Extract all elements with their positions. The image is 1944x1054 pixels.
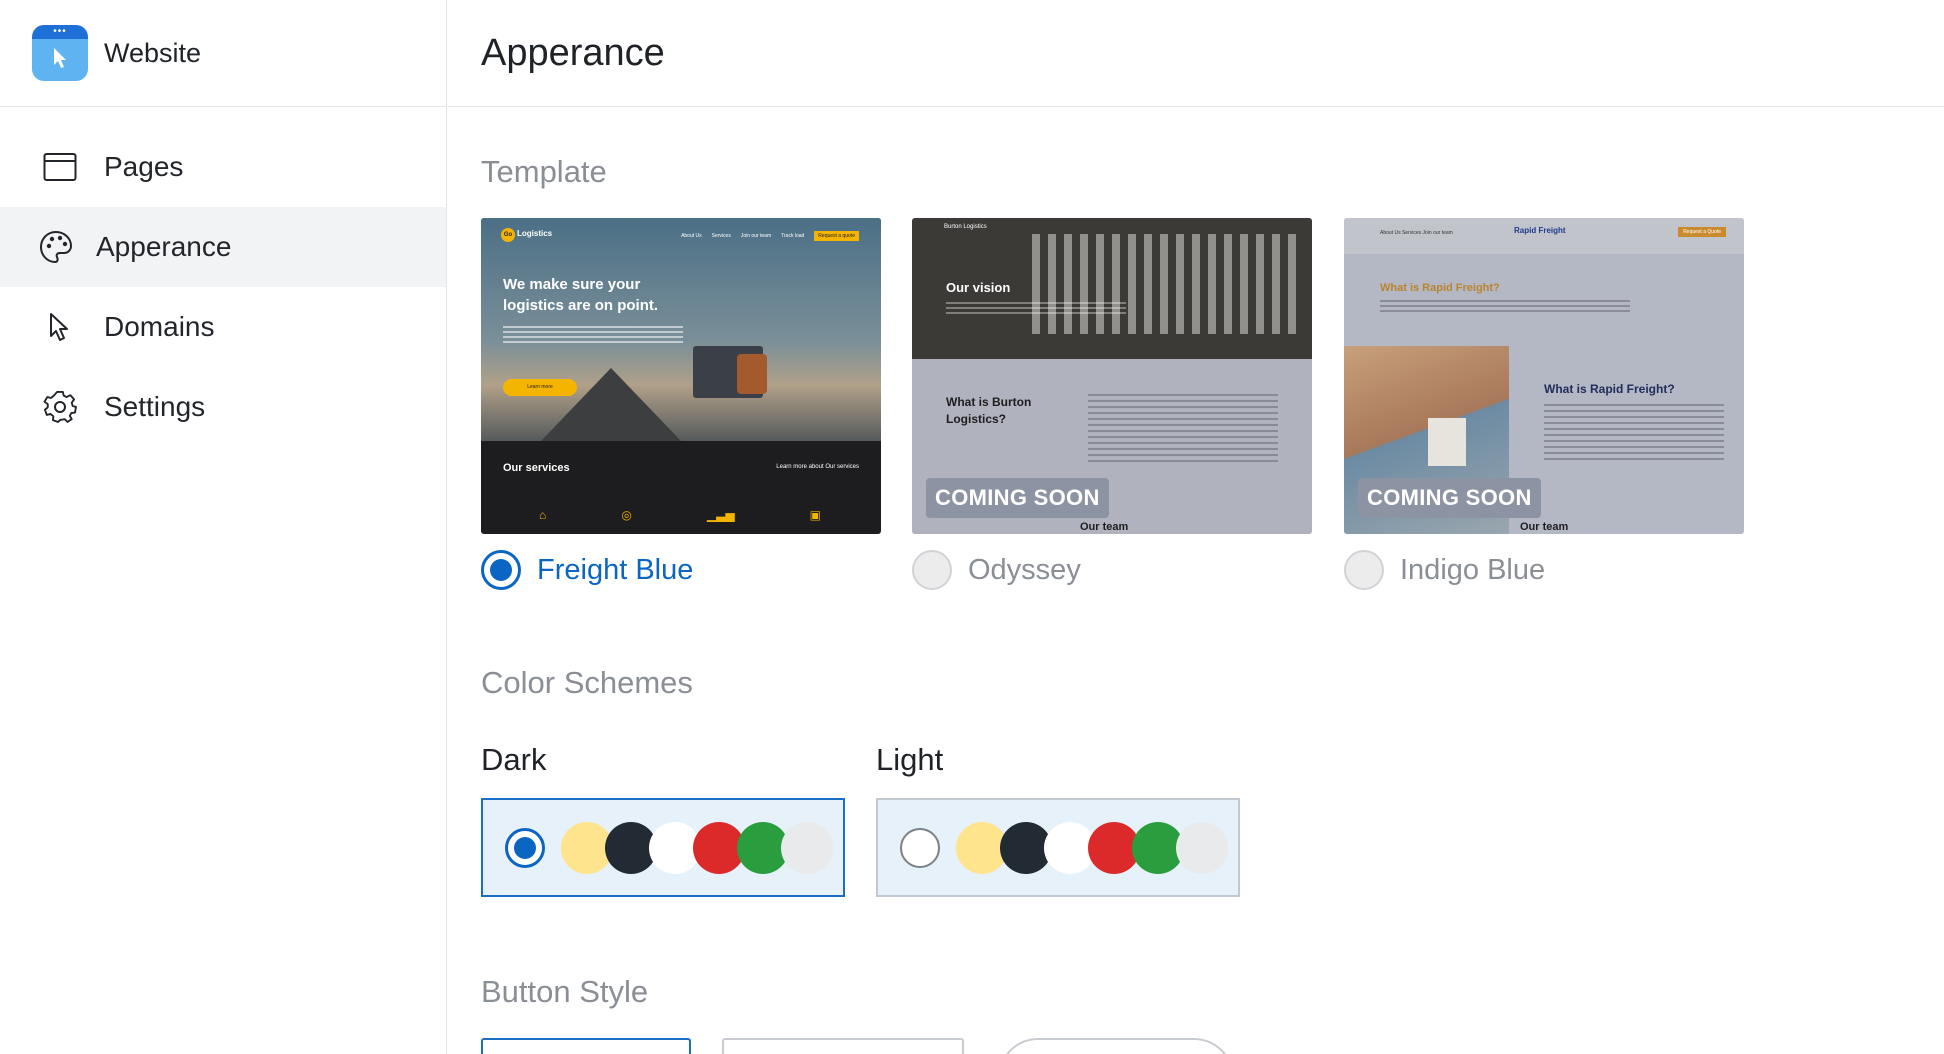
button-style-option-rounded[interactable] xyxy=(722,1038,964,1054)
bar-chart-icon: ▁▃▅ xyxy=(706,508,735,522)
scheme-swatches xyxy=(561,821,833,874)
preview-service-icons: ⌂ ◎ ▁▃▅ ▣ xyxy=(539,508,821,522)
sidebar-item-label: Pages xyxy=(104,151,184,182)
preview-menu-item: Join our team xyxy=(740,233,772,239)
button-style-option-pill[interactable] xyxy=(998,1038,1234,1054)
preview-aerial-image xyxy=(1032,234,1302,334)
template-radio-odyssey[interactable] xyxy=(912,550,952,590)
template-preview-freight-blue[interactable]: Go Logistics About Us Services Join our t… xyxy=(481,218,881,534)
preview-menu-cta: Request a quote xyxy=(814,231,859,241)
preview-paragraph xyxy=(503,326,683,344)
preview-button: Learn more xyxy=(503,379,577,396)
preview-team-title: Our team xyxy=(1520,521,1569,533)
button-style-option-square[interactable] xyxy=(481,1038,691,1054)
cursor-icon xyxy=(42,309,78,345)
template-name: Freight Blue xyxy=(537,553,694,586)
preview-menu-cta: Request a Quote xyxy=(1678,227,1726,237)
coming-soon-badge: COMING SOON xyxy=(926,478,1109,518)
preview-logo-text: Logistics xyxy=(517,229,553,238)
sidebar-item-pages[interactable]: Pages xyxy=(0,127,446,207)
printer-icon: ▣ xyxy=(809,508,821,522)
template-card-indigo-blue[interactable]: About Us Services Join our team Rapid Fr… xyxy=(1344,218,1744,590)
preview-vision-title: Our vision xyxy=(946,280,1011,295)
scheme-swatches xyxy=(956,821,1228,874)
preview-menu-item: Track load xyxy=(781,233,805,239)
preview-logo: Rapid Freight xyxy=(1514,226,1566,235)
sidebar-item-label: Apperance xyxy=(96,231,232,262)
preview-heading: What is Rapid Freight? xyxy=(1544,382,1675,396)
cursor-window-icon: ••• xyxy=(32,25,88,81)
check-circle-icon: ◎ xyxy=(621,508,632,522)
logo-dots: ••• xyxy=(53,26,67,37)
template-option-odyssey[interactable]: Odyssey xyxy=(912,550,1312,590)
preview-menu-item: About Us xyxy=(681,233,702,239)
template-card-freight-blue[interactable]: Go Logistics About Us Services Join our t… xyxy=(481,218,881,590)
preview-logo: Burton Logistics xyxy=(944,224,987,230)
preview-services-title: Our services xyxy=(503,462,570,474)
template-radio-indigo-blue[interactable] xyxy=(1344,550,1384,590)
page-header: Apperance xyxy=(448,0,1944,107)
template-name: Indigo Blue xyxy=(1400,553,1546,586)
preview-headline: We make sure your logistics are on point… xyxy=(503,276,659,314)
scheme-label-dark: Dark xyxy=(481,742,547,777)
template-preview-odyssey[interactable]: Burton Logistics Our vision What is Burt… xyxy=(912,218,1312,534)
preview-truck xyxy=(693,346,767,398)
preview-logo: Go Logistics xyxy=(501,228,552,242)
gear-icon xyxy=(42,389,78,425)
template-section-title: Template xyxy=(481,154,607,189)
template-option-indigo-blue[interactable]: Indigo Blue xyxy=(1344,550,1744,590)
preview-button-label: Learn more xyxy=(527,384,553,390)
page-title: Apperance xyxy=(481,31,665,74)
preview-paragraph xyxy=(946,302,1126,314)
preview-paragraph xyxy=(1544,404,1724,464)
appearance-content: Template Go Logistics About Us Services J… xyxy=(481,108,1944,1054)
button-style-section-title: Button Style xyxy=(481,974,649,1009)
palette-icon xyxy=(38,229,74,265)
template-option-freight-blue[interactable]: Freight Blue xyxy=(481,550,881,590)
preview-team-title: Our team xyxy=(1080,521,1129,533)
sidebar-item-domains[interactable]: Domains xyxy=(0,287,446,367)
app-name: Website xyxy=(104,37,202,68)
handshake-icon: ⌂ xyxy=(539,508,547,522)
sidebar-item-label: Domains xyxy=(104,311,215,342)
preview-heading: What is Burton Logistics? xyxy=(946,395,1032,426)
scheme-radio-dark[interactable] xyxy=(505,827,545,868)
sidebar-item-apperance[interactable]: Apperance xyxy=(0,207,446,287)
scheme-radio-light[interactable] xyxy=(900,827,940,868)
template-name: Odyssey xyxy=(968,553,1081,586)
sidebar: ••• Website Pages Apperance Domains Sett… xyxy=(0,0,447,1054)
sidebar-item-label: Settings xyxy=(104,391,206,422)
scheme-label-light: Light xyxy=(876,742,944,777)
color-swatch xyxy=(1176,821,1228,874)
template-preview-indigo-blue[interactable]: About Us Services Join our team Rapid Fr… xyxy=(1344,218,1744,534)
radio-dot xyxy=(514,836,536,859)
color-schemes-section-title: Color Schemes xyxy=(481,665,693,700)
preview-logo-badge: Go xyxy=(501,228,515,242)
color-scheme-light[interactable] xyxy=(876,798,1240,897)
preview-paragraph xyxy=(1380,300,1630,312)
template-radio-freight-blue[interactable] xyxy=(481,550,521,590)
preview-paragraph xyxy=(1088,394,1278,464)
template-card-odyssey[interactable]: Burton Logistics Our vision What is Burt… xyxy=(912,218,1312,590)
brand[interactable]: ••• Website xyxy=(0,0,446,107)
preview-services-link: Learn more about Our services xyxy=(776,464,859,470)
sidebar-item-settings[interactable]: Settings xyxy=(0,367,446,447)
color-swatch xyxy=(781,821,833,874)
preview-truck xyxy=(1428,418,1466,466)
preview-menu-item: Services xyxy=(711,233,731,239)
sidebar-nav: Pages Apperance Domains Settings xyxy=(0,107,446,447)
color-scheme-dark[interactable] xyxy=(481,798,845,897)
radio-dot xyxy=(490,559,512,581)
coming-soon-badge: COMING SOON xyxy=(1358,478,1541,518)
cursor-glyph xyxy=(54,48,66,68)
preview-menu: About Us Services Join our team xyxy=(1380,230,1453,236)
preview-menu: About Us Services Join our team Track lo… xyxy=(681,231,859,241)
window-icon xyxy=(42,149,78,185)
preview-heading: What is Rapid Freight? xyxy=(1380,282,1500,294)
